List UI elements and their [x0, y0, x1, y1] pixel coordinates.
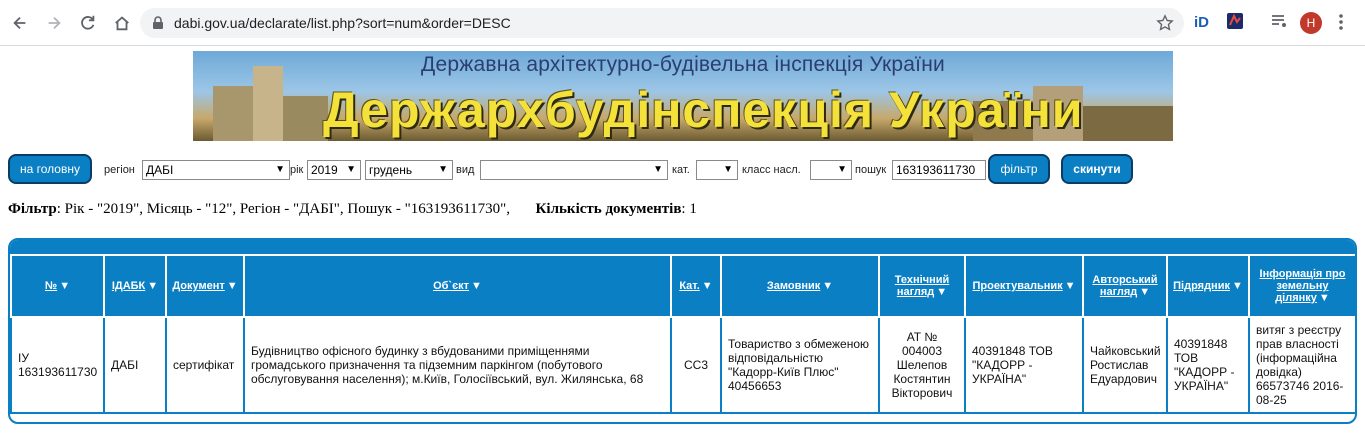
banner-building	[253, 66, 283, 141]
chevron-down-icon: ▼	[653, 164, 663, 175]
banner-subtitle: Державна архітектурно-будівельна інспекц…	[421, 53, 945, 76]
back-icon[interactable]	[6, 9, 34, 37]
cell-document: сертифікат	[165, 316, 245, 414]
filter-bar: на головну регіон ДАБІ ▼ рік 2019 ▼ груден…	[8, 154, 1358, 186]
region-label: регіон	[104, 164, 135, 176]
header-land-info[interactable]: Інформація про земельну ділянку ▼	[1248, 254, 1355, 318]
svg-text:iD: iD	[1194, 14, 1209, 30]
address-bar[interactable]: dabi.gov.ua/declarate/list.php?sort=num&…	[140, 8, 1184, 38]
chevron-down-icon: ▼	[438, 164, 448, 175]
bookmark-star-icon[interactable]	[1156, 14, 1174, 32]
filter-button[interactable]: фільтр	[988, 154, 1050, 184]
header-designer[interactable]: Проектувальник ▼	[964, 254, 1084, 318]
year-select[interactable]: 2019 ▼	[307, 160, 361, 180]
sort-triangle-icon: ▼	[471, 280, 482, 292]
cell-contractor: 40391848 ТОВ "КАДОРР - УКРАЇНА"	[1166, 316, 1250, 414]
cell-customer: Товариство з обмеженою відповідальністю …	[720, 316, 880, 414]
table-top-bar	[10, 240, 1355, 254]
year-label: рік	[290, 164, 304, 176]
reading-list-icon[interactable]	[1270, 12, 1288, 33]
class-select[interactable]: ▼	[810, 160, 852, 180]
filter-summary-label: Фільтр	[8, 201, 57, 217]
reload-icon[interactable]	[74, 9, 102, 37]
month-select[interactable]: грудень ▼	[365, 160, 453, 180]
header-author-supervision[interactable]: Авторський нагляд ▼	[1082, 254, 1168, 318]
document-count-value: : 1	[681, 201, 697, 217]
header-idabk[interactable]: ІДАБК ▼	[103, 254, 167, 318]
lock-icon	[153, 16, 163, 29]
more-menu-icon[interactable]	[1338, 13, 1344, 34]
header-category[interactable]: Кат. ▼	[670, 254, 722, 318]
header-number[interactable]: № ▼	[10, 254, 105, 318]
table-row: ІУ 163193611730 ДАБІ сертифікат Будівниц…	[10, 316, 1355, 414]
sort-triangle-icon: ▼	[147, 280, 159, 292]
sort-triangle-icon: ▼	[1231, 280, 1243, 292]
cell-designer: 40391848 ТОВ "КАДОРР - УКРАЇНА"	[964, 316, 1084, 414]
cell-object: Будівництво офісного будинку з вбудовани…	[243, 316, 672, 414]
cell-category: СС3	[670, 316, 722, 414]
sort-triangle-icon: ▼	[936, 286, 948, 298]
url-text: dabi.gov.ua/declarate/list.php?sort=num&…	[174, 15, 511, 31]
reset-button[interactable]: скинути	[1061, 154, 1133, 184]
site-banner: Державна архітектурно-будівельна інспекц…	[193, 51, 1173, 141]
sort-triangle-icon: ▼	[226, 280, 238, 292]
chevron-down-icon: ▼	[837, 164, 847, 175]
sort-triangle-icon: ▼	[1064, 280, 1076, 292]
chevron-down-icon: ▼	[346, 164, 356, 175]
forward-icon[interactable]	[40, 9, 68, 37]
banner-building	[283, 96, 328, 141]
category-select[interactable]: ▼	[696, 160, 738, 180]
header-customer[interactable]: Замовник ▼	[720, 254, 880, 318]
sort-triangle-icon: ▼	[59, 280, 71, 292]
sort-triangle-icon: ▼	[822, 280, 834, 292]
documents-table: № ▼ ІДАБК ▼ Документ ▼ Об`єкт ▼ Кат. ▼ Замовн…	[8, 238, 1357, 424]
category-label: кат.	[672, 164, 690, 176]
search-input[interactable]: 163193611730	[892, 160, 986, 180]
table-header-row: № ▼ ІДАБК ▼ Документ ▼ Об`єкт ▼ Кат. ▼ Замовн…	[10, 254, 1355, 318]
header-contractor[interactable]: Підрядник ▼	[1166, 254, 1250, 318]
type-select[interactable]: ▼	[480, 160, 668, 180]
cell-author-supervision: Чайковський Ростислав Едуардович	[1082, 316, 1168, 414]
sort-triangle-icon: ▼	[1139, 286, 1151, 298]
extension-shield-icon[interactable]	[1226, 12, 1244, 33]
browser-toolbar: dabi.gov.ua/declarate/list.php?sort=num&…	[0, 0, 1365, 46]
banner-building	[213, 86, 253, 141]
cell-idabk: ДАБІ	[103, 316, 167, 414]
home-button[interactable]: на головну	[8, 154, 92, 184]
header-technical-supervision[interactable]: Технічний нагляд ▼	[878, 254, 966, 318]
home-icon[interactable]	[108, 9, 136, 37]
profile-avatar[interactable]: Н	[1300, 12, 1322, 34]
banner-title: Держархбудінспекція України	[323, 82, 1084, 138]
type-label: вид	[456, 164, 475, 176]
header-object[interactable]: Об`єкт ▼	[243, 254, 672, 318]
search-label: пошук	[855, 164, 887, 176]
chevron-down-icon: ▼	[275, 164, 285, 175]
banner-building	[1083, 106, 1173, 141]
cell-land-info: витяг з реєстру прав власності (інформац…	[1248, 316, 1355, 414]
cell-number: ІУ 163193611730	[10, 316, 105, 414]
extension-id-icon[interactable]: iD	[1194, 12, 1212, 33]
filter-summary: Фільтр: Рік - "2019", Місяць - "12", Рег…	[8, 201, 697, 218]
class-label: класс насл.	[742, 164, 801, 176]
document-count-label: Кількість документів	[535, 201, 682, 217]
region-select[interactable]: ДАБІ ▼	[142, 160, 290, 180]
sort-triangle-icon: ▼	[1318, 292, 1330, 304]
filter-summary-text: : Рік - "2019", Місяць - "12", Регіон - …	[56, 201, 511, 217]
sort-triangle-icon: ▼	[701, 280, 713, 292]
chevron-down-icon: ▼	[723, 164, 733, 175]
header-document[interactable]: Документ ▼	[165, 254, 245, 318]
cell-technical-supervision: АТ № 004003 Шелепов Костянтин Вікторович	[878, 316, 966, 414]
